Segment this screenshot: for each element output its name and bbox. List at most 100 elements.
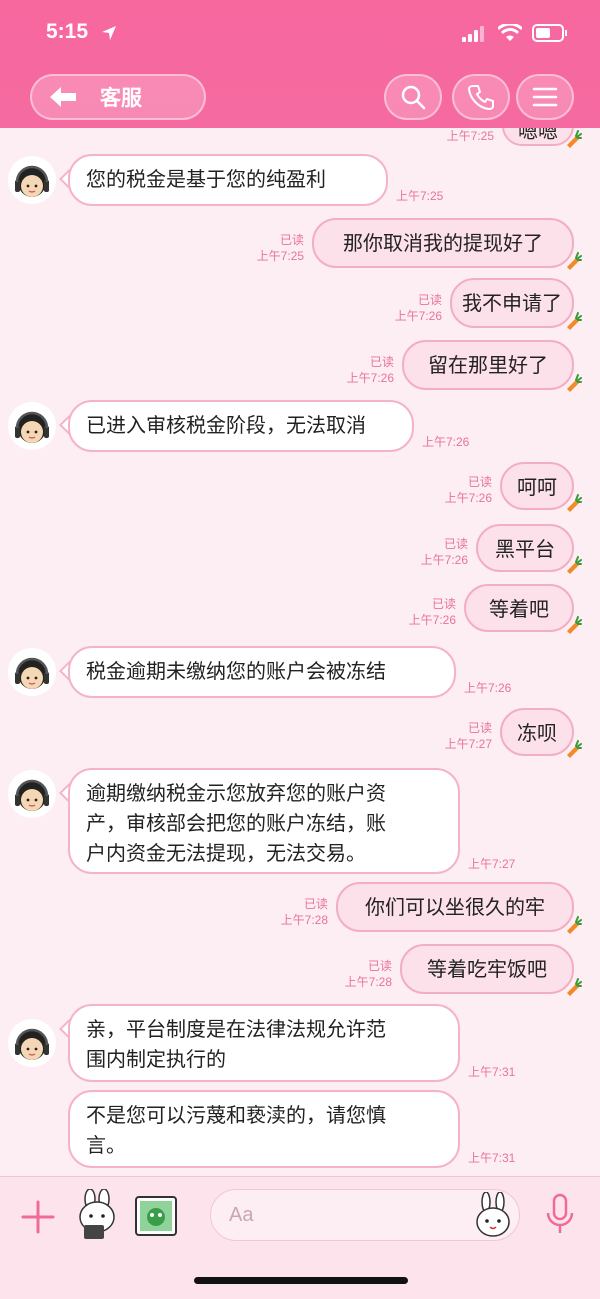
read-receipt: 已读 [467, 475, 492, 489]
read-receipt: 已读 [467, 721, 492, 735]
message-incoming: 逾期缴纳税金示您放弃您的账户资 产，审核部会把您的账户冻结，账 户内资金无法提现，无… [0, 768, 600, 884]
carrot-icon [564, 374, 582, 392]
message-bubble[interactable]: 那你取消我的提现好了 [312, 218, 574, 268]
message-time: 上午7:26 [346, 371, 394, 385]
message-meta: 上午7:25 [447, 128, 494, 144]
menu-icon [532, 87, 558, 107]
message-time: 上午7:31 [468, 1065, 516, 1079]
message-outgoing: 留在那里好了 已读 上午7:26 [0, 340, 600, 400]
message-bubble[interactable]: 亲，平台制度是在法律法规允许范 围内制定执行的 [68, 1004, 460, 1082]
message-bubble[interactable]: 黑平台 [476, 524, 574, 572]
battery-icon [532, 24, 567, 42]
message-bubble[interactable]: 税金逾期未缴纳您的账户会被冻结 [68, 646, 456, 698]
photo-icon[interactable] [134, 1195, 178, 1237]
message-outgoing: 我不申请了 已读 上午7:26 [0, 278, 600, 338]
carrot-icon [564, 740, 582, 758]
message-outgoing: 呵呵 已读上午7:26 [0, 462, 600, 520]
agent-avatar[interactable] [8, 648, 56, 696]
message-time: 上午7:27 [468, 857, 516, 871]
message-time: 上午7:26 [464, 681, 512, 695]
message-incoming: 不是您可以污蔑和亵渎的，请您慎 言。 上午7:31 [0, 1090, 600, 1176]
back-button[interactable]: 客服 [30, 74, 206, 120]
back-arrow-icon [50, 87, 76, 107]
read-receipt: 已读 [443, 537, 468, 551]
message-outgoing: 等着吧 已读 上午7:26 [0, 584, 600, 642]
message-meta: 上午7:31 [468, 1150, 515, 1166]
agent-avatar[interactable] [8, 156, 56, 204]
message-bubble[interactable]: 您的税金是基于您的纯盈利 [68, 154, 388, 206]
message-text: 等着吃牢饭吧 [427, 957, 547, 981]
search-button[interactable] [384, 74, 442, 120]
message-outgoing: 那你取消我的提现好了 已读上午7:25 [0, 218, 600, 278]
message-bubble[interactable]: 逾期缴纳税金示您放弃您的账户资 产，审核部会把您的账户冻结，账 户内资金无法提现，无… [68, 768, 460, 874]
carrot-icon [564, 494, 582, 512]
message-text: 呵呵 [517, 475, 557, 499]
call-button[interactable] [452, 74, 510, 120]
message-meta: 上午7:31 [468, 1064, 515, 1080]
plus-icon[interactable] [20, 1199, 56, 1235]
message-incoming: 已进入审核税金阶段，无法取消 上午7:26 [0, 400, 600, 462]
agent-avatar[interactable] [8, 770, 56, 818]
carrot-icon [564, 312, 582, 330]
message-bubble[interactable]: 等着吧 [464, 584, 574, 632]
phone-icon [468, 85, 494, 110]
message-bubble[interactable]: 你们可以坐很久的牢 [336, 882, 574, 932]
message-meta: 已读 上午7:26 [347, 354, 394, 386]
menu-button[interactable] [516, 74, 574, 120]
message-text: 我不申请了 [462, 291, 562, 315]
message-input[interactable]: Aa [210, 1189, 520, 1241]
message-meta: 已读上午7:26 [445, 474, 492, 506]
message-outgoing: 黑平台 已读上午7:26 [0, 524, 600, 582]
chat-area[interactable]: 嗯嗯 上午7:25 您的税金是基于您的纯盈利 上午7:25 那你取消我的提现好了 已读 上午… [0, 128, 600, 1176]
message-meta: 已读 上午7:27 [445, 720, 492, 752]
home-indicator [194, 1277, 408, 1284]
message-bubble[interactable]: 呵呵 [500, 462, 574, 510]
message-time: 上午7:25 [446, 129, 494, 143]
header: 5:15 客服 [0, 0, 600, 128]
message-outgoing: 嗯嗯 上午7:25 [0, 128, 600, 156]
message-text: 嗯嗯 [518, 128, 558, 143]
input-bar: Aa [0, 1176, 600, 1299]
carrot-icon [564, 978, 582, 996]
message-time: 上午7:28 [344, 975, 392, 989]
sticker-icon[interactable] [74, 1189, 122, 1241]
signal-icon [462, 26, 484, 42]
message-incoming: 税金逾期未缴纳您的账户会被冻结上午7:26 [0, 646, 600, 708]
message-bubble[interactable]: 冻呗 [500, 708, 574, 756]
message-text-line: 户内资金无法提现，无法交易。 [86, 841, 366, 865]
carrot-icon [564, 252, 582, 270]
message-time: 上午7:31 [468, 1151, 516, 1165]
message-time: 上午7:25 [256, 249, 304, 263]
message-text: 税金逾期未缴纳您的账户会被冻结 [86, 659, 386, 683]
agent-avatar[interactable] [8, 402, 56, 450]
emoji-icon[interactable] [473, 1192, 513, 1238]
message-bubble[interactable]: 不是您可以污蔑和亵渎的，请您慎 言。 [68, 1090, 460, 1168]
message-text-line: 围内制定执行的 [86, 1047, 226, 1071]
message-time: 上午7:26 [422, 435, 470, 449]
message-text: 那你取消我的提现好了 [343, 231, 543, 255]
message-text-line: 言。 [86, 1133, 126, 1157]
message-time: 上午7:26 [408, 613, 456, 627]
message-meta: 上午7:27 [468, 856, 515, 872]
message-bubble[interactable]: 等着吃牢饭吧 [400, 944, 574, 994]
message-bubble[interactable]: 已进入审核税金阶段，无法取消 [68, 400, 414, 452]
message-text: 等着吧 [489, 597, 549, 621]
agent-avatar[interactable] [8, 1019, 56, 1067]
read-receipt: 已读 [303, 897, 328, 911]
message-text-line: 亲，平台制度是在法律法规允许范 [86, 1017, 386, 1041]
microphone-icon[interactable] [544, 1193, 576, 1237]
message-meta: 上午7:26 [422, 434, 469, 450]
message-time: 上午7:26 [420, 553, 468, 567]
read-receipt: 已读 [279, 233, 304, 247]
status-time: 5:15 [46, 20, 89, 43]
message-time: 上午7:25 [396, 189, 444, 203]
message-time: 上午7:26 [444, 491, 492, 505]
message-bubble[interactable]: 我不申请了 [450, 278, 574, 328]
message-outgoing: 你们可以坐很久的牢 已读 上午7:28 [0, 882, 600, 942]
read-receipt: 已读 [367, 959, 392, 973]
chat-title: 客服 [100, 86, 142, 110]
carrot-icon [564, 556, 582, 574]
message-meta: 已读上午7:26 [421, 536, 468, 568]
message-bubble[interactable]: 留在那里好了 [402, 340, 574, 390]
message-meta: 已读上午7:28 [345, 958, 392, 990]
